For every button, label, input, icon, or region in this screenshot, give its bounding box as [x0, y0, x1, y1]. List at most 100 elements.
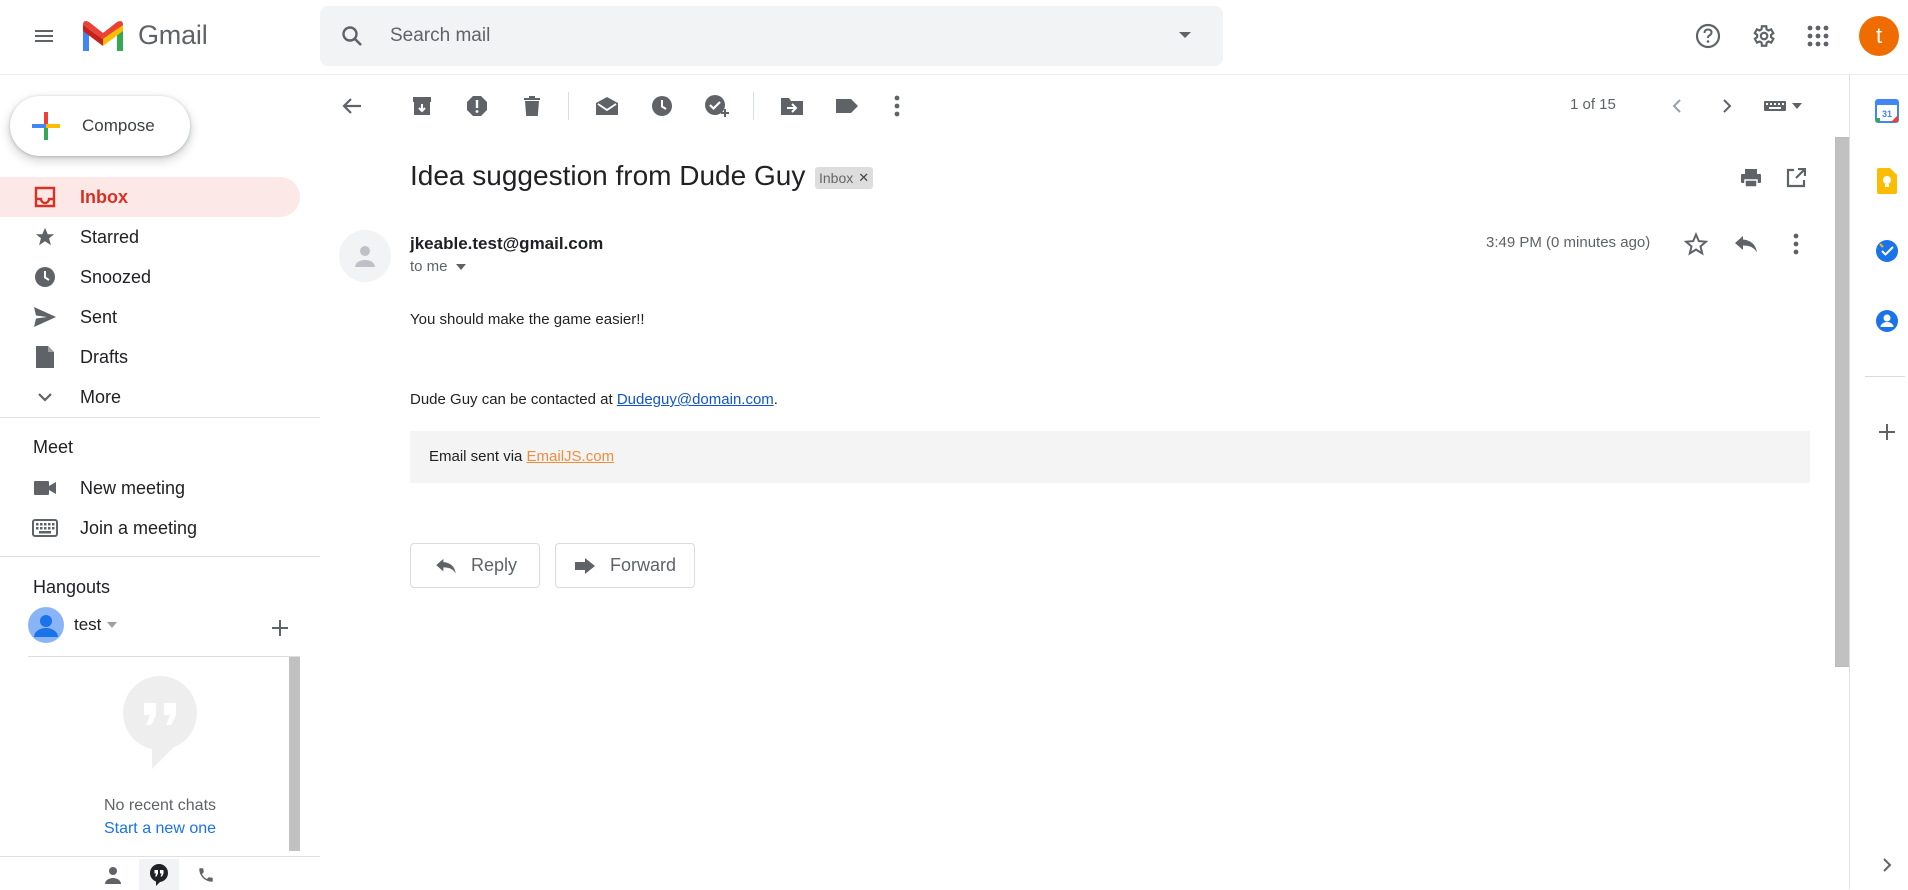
archive-button[interactable] [403, 87, 441, 125]
sidebar-item-starred[interactable]: Starred [0, 217, 300, 257]
sidebar-item-inbox[interactable]: Inbox [0, 177, 300, 217]
trash-icon [523, 95, 541, 117]
tasks-check-icon [1875, 239, 1899, 263]
input-tools-button[interactable] [1758, 87, 1808, 125]
sidebar-item-drafts[interactable]: Drafts [0, 337, 300, 377]
email-body-line: You should make the game easier!! [410, 311, 645, 328]
account-avatar[interactable]: t [1859, 16, 1899, 56]
inbox-icon [30, 186, 60, 208]
open-in-new-window-button[interactable] [1776, 158, 1816, 198]
new-conversation-button[interactable] [260, 608, 300, 648]
no-recent-chats-text: No recent chats [103, 797, 217, 814]
email-body-contact: Dude Guy can be contacted at Dudeguy@dom… [410, 391, 778, 408]
main-menu-button[interactable] [24, 16, 64, 56]
hangouts-bottom-tabs [0, 856, 320, 890]
chevron-down-icon [30, 392, 60, 402]
sidebar-divider [0, 417, 320, 418]
hangouts-section-title: Hangouts [33, 577, 111, 597]
conversations-tab[interactable] [139, 859, 179, 890]
search-input[interactable] [390, 6, 1150, 66]
inbox-label-chip: Inbox ✕ [815, 167, 874, 189]
chevron-right-icon [1722, 98, 1732, 114]
contact-suffix: . [773, 391, 778, 408]
contact-email-link[interactable]: Dudeguy@domain.com [617, 391, 774, 408]
reply-arrow-icon [1734, 235, 1758, 253]
tasks-app-button[interactable] [1869, 233, 1905, 269]
calendar-app-button[interactable]: 31 [1869, 93, 1905, 129]
google-apps-button[interactable] [1798, 16, 1838, 56]
contacts-app-button[interactable] [1869, 303, 1905, 339]
hangouts-chat-icon [149, 863, 169, 886]
keep-app-button[interactable] [1869, 163, 1905, 199]
sidebar-divider [0, 556, 320, 557]
message-more-button[interactable] [1776, 224, 1816, 264]
apps-grid-icon [1806, 24, 1830, 48]
search-icon[interactable] [340, 24, 364, 48]
remove-label-icon[interactable]: ✕ [858, 170, 869, 186]
gmail-logo[interactable]: Gmail [80, 17, 208, 53]
app-name: Gmail [138, 19, 208, 50]
chat-list-scrollbar[interactable] [289, 657, 300, 851]
toolbar-separator [568, 92, 569, 120]
reply-button[interactable]: Reply [410, 543, 540, 588]
email-footer-box: Email sent via EmailJS.com [410, 431, 1810, 483]
settings-button[interactable] [1743, 16, 1783, 56]
footer-prefix: Email sent via [429, 448, 527, 465]
recipient-details-toggle[interactable]: to me [410, 258, 466, 275]
back-to-inbox-button[interactable] [333, 87, 371, 125]
emailjs-link[interactable]: EmailJS.com [527, 448, 615, 465]
mark-unread-button[interactable] [588, 87, 626, 125]
label-tag-icon [835, 97, 859, 115]
sidebar-item-more[interactable]: More [0, 377, 300, 417]
contacts-tab[interactable] [93, 859, 133, 890]
sender-email[interactable]: jkeable.test@gmail.com [410, 234, 603, 254]
arrow-left-icon [342, 97, 362, 115]
star-message-button[interactable] [1676, 224, 1716, 264]
compose-button[interactable]: Compose [10, 96, 190, 156]
open-in-new-icon [1786, 168, 1806, 188]
print-all-button[interactable] [1731, 158, 1771, 198]
reply-quick-button[interactable] [1726, 224, 1766, 264]
sidebar-item-sent[interactable]: Sent [0, 297, 300, 337]
support-button[interactable] [1688, 16, 1728, 56]
mark-unread-envelope-icon [595, 96, 619, 116]
forward-button[interactable]: Forward [555, 543, 695, 588]
add-to-tasks-button[interactable] [698, 87, 736, 125]
meet-item-label: New meeting [80, 477, 186, 498]
meet-new-meeting[interactable]: New meeting [0, 468, 300, 508]
plus-icon [271, 619, 289, 637]
phone-calls-tab[interactable] [186, 859, 226, 890]
search-bar[interactable] [320, 6, 1223, 66]
help-icon [1695, 23, 1721, 49]
hangouts-user-name: test [74, 615, 102, 634]
message-scrollbar[interactable] [1835, 137, 1850, 667]
recipient-text: to me [410, 258, 448, 275]
older-button[interactable] [1708, 87, 1746, 125]
meet-join-meeting[interactable]: Join a meeting [0, 508, 300, 548]
video-icon [30, 480, 60, 496]
chevron-right-icon [1882, 857, 1892, 873]
clock-icon [651, 95, 673, 117]
side-panel-divider [1865, 376, 1905, 377]
labels-button[interactable] [828, 87, 866, 125]
delete-button[interactable] [513, 87, 551, 125]
person-icon [354, 245, 376, 267]
hide-side-panel-button[interactable] [1869, 847, 1905, 883]
start-new-chat-link[interactable]: Start a new one [28, 820, 292, 838]
forward-arrow-icon [574, 557, 596, 575]
get-add-ons-button[interactable] [1869, 414, 1905, 450]
more-options-button[interactable] [878, 87, 916, 125]
search-options-dropdown-icon[interactable] [1178, 30, 1192, 40]
hangouts-avatar [28, 607, 64, 643]
gear-icon [1750, 23, 1776, 49]
send-icon [30, 306, 60, 328]
sidebar-item-snoozed[interactable]: Snoozed [0, 257, 300, 297]
report-spam-button[interactable] [458, 87, 496, 125]
svg-text:31: 31 [1882, 109, 1892, 119]
snooze-button[interactable] [643, 87, 681, 125]
add-task-icon [704, 94, 730, 118]
move-to-button[interactable] [773, 87, 811, 125]
reply-label: Reply [471, 555, 518, 575]
newer-button[interactable] [1658, 87, 1696, 125]
hangouts-user-switcher[interactable]: test [28, 607, 118, 643]
